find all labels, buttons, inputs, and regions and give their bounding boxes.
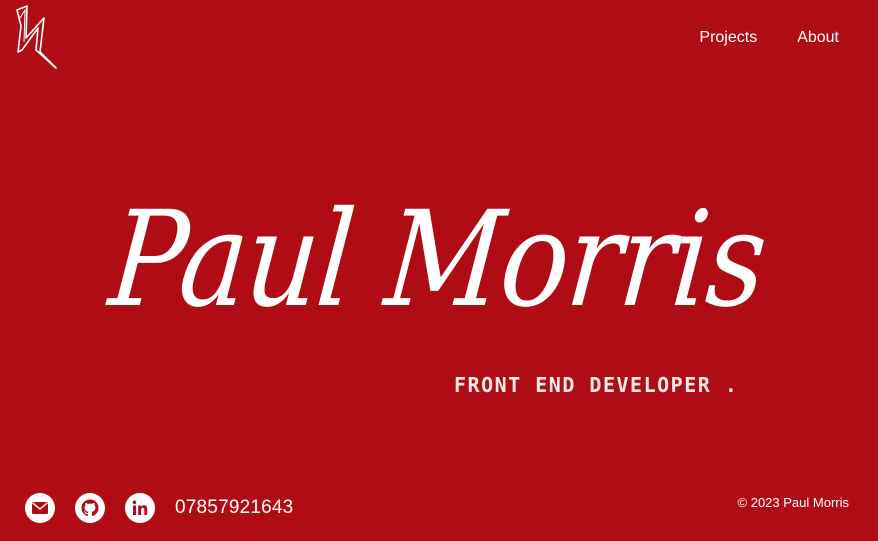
footer-contacts: 07857921643 (25, 493, 293, 523)
hero-name: Paul Morris (104, 160, 771, 370)
main-nav: Projects About (699, 28, 839, 48)
github-link[interactable] (75, 493, 105, 523)
email-link[interactable] (25, 493, 55, 523)
hero-subtitle: FRONT END DEVELOPER . (454, 373, 739, 397)
linkedin-link[interactable] (125, 493, 155, 523)
logo-mark (16, 5, 57, 69)
linkedin-icon (132, 500, 148, 515)
email-icon (32, 502, 48, 514)
logo-icon[interactable] (14, 4, 60, 70)
copyright-text: © 2023 Paul Morris (737, 495, 849, 510)
nav-projects-link[interactable]: Projects (699, 28, 757, 48)
hero-name-text: Paul Morris (104, 183, 772, 337)
phone-number: 07857921643 (175, 497, 294, 518)
nav-about-link[interactable]: About (797, 28, 839, 48)
github-icon (81, 499, 99, 517)
